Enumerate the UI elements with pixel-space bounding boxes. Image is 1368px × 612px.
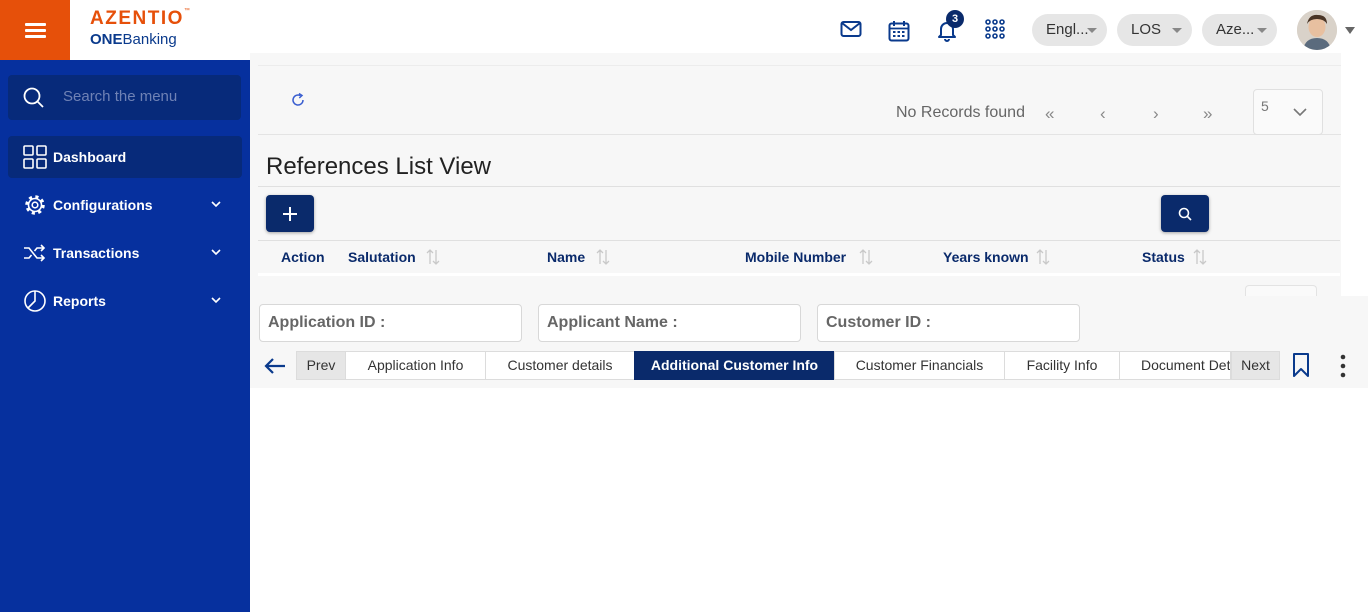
column-header-name[interactable]: Name (547, 249, 585, 265)
title-divider (258, 186, 1340, 187)
more-options-icon[interactable] (1339, 353, 1347, 379)
no-records-text: No Records found (896, 104, 1025, 121)
sidebar-item-configurations[interactable]: Configurations (8, 184, 242, 226)
application-info-bar: Application ID : Applicant Name : Custom… (250, 296, 1368, 388)
gear-icon (25, 195, 45, 215)
mail-icon[interactable] (840, 19, 862, 44)
language-value: Engl... (1046, 21, 1089, 38)
first-page-icon[interactable]: « (1045, 104, 1054, 124)
sort-icon[interactable] (1192, 248, 1208, 266)
chevron-down-icon (1257, 28, 1267, 33)
customer-id-label: Customer ID : (826, 314, 931, 331)
previous-table-pager: No Records found « ‹ › » 5 (258, 65, 1341, 135)
menu-search-placeholder: Search the menu (63, 88, 178, 105)
sidebar: Search the menu Dashboard Configurations… (0, 60, 250, 612)
chevron-down-icon (211, 201, 221, 208)
customer-id-field: Customer ID : (817, 304, 1080, 342)
tab-application-info[interactable]: Application Info (345, 351, 486, 380)
search-icon (1178, 207, 1192, 221)
sort-icon[interactable] (858, 248, 874, 266)
sidebar-item-dashboard[interactable]: Dashboard (8, 136, 242, 178)
shuffle-icon (24, 244, 46, 262)
top-header: AZENTIO™ ONEBanking 3 Engl... LOS Aze... (0, 0, 1368, 60)
plus-icon (283, 207, 297, 221)
application-id-field: Application ID : (259, 304, 522, 342)
pie-chart-icon (24, 290, 46, 312)
page-size-select[interactable]: 5 (1253, 89, 1323, 135)
chevron-down-icon (1293, 108, 1307, 117)
tab-customer-financials[interactable]: Customer Financials (834, 351, 1005, 380)
menu-search-input[interactable]: Search the menu (8, 75, 241, 120)
page-size-value: 5 (1261, 98, 1269, 114)
tab-facility-info[interactable]: Facility Info (1004, 351, 1120, 380)
page-size-select-partial (1245, 285, 1317, 296)
calendar-icon[interactable] (888, 20, 910, 47)
last-page-icon[interactable]: » (1203, 104, 1212, 124)
refresh-icon[interactable] (290, 92, 306, 108)
column-header-salutation[interactable]: Salutation (348, 249, 416, 265)
search-icon (23, 87, 44, 108)
column-header-years-known[interactable]: Years known (943, 249, 1029, 265)
chevron-down-icon (211, 297, 221, 304)
tab-next-button[interactable]: Next (1231, 351, 1280, 380)
sidebar-item-label: Configurations (53, 197, 153, 213)
azentio-logo: AZENTIO™ ONEBanking (90, 8, 190, 48)
entity-select[interactable]: Aze... (1202, 14, 1277, 46)
user-menu-caret-icon[interactable] (1345, 27, 1355, 34)
main-content: No Records found « ‹ › » 5 References Li… (250, 53, 1368, 612)
module-select[interactable]: LOS (1117, 14, 1192, 46)
dashboard-grid-icon (23, 145, 47, 169)
tab-document-details[interactable]: Document Details (1119, 351, 1231, 380)
add-reference-button[interactable] (266, 195, 314, 232)
application-id-label: Application ID : (268, 314, 386, 331)
chevron-down-icon (1087, 28, 1097, 33)
next-page-icon[interactable]: › (1153, 104, 1159, 124)
sidebar-item-label: Dashboard (53, 149, 127, 165)
tab-additional-customer-info[interactable]: Additional Customer Info (634, 351, 835, 380)
tab-prev-button[interactable]: Prev (296, 351, 346, 380)
sort-icon[interactable] (425, 248, 441, 266)
apps-grid-icon[interactable] (985, 19, 1005, 44)
chevron-down-icon (211, 249, 221, 256)
bookmark-icon[interactable] (1291, 352, 1311, 378)
page-title: References List View (266, 153, 491, 180)
search-references-button[interactable] (1161, 195, 1209, 232)
language-select[interactable]: Engl... (1032, 14, 1107, 46)
module-value: LOS (1131, 21, 1162, 38)
sort-icon[interactable] (1035, 248, 1051, 266)
prev-page-icon[interactable]: ‹ (1100, 104, 1106, 124)
column-header-status[interactable]: Status (1142, 249, 1185, 265)
sidebar-item-label: Reports (53, 293, 106, 309)
hamburger-menu-button[interactable] (0, 0, 70, 60)
back-arrow-icon[interactable] (263, 356, 287, 376)
sidebar-item-label: Transactions (53, 245, 140, 261)
tab-customer-details[interactable]: Customer details (485, 351, 635, 380)
applicant-name-field: Applicant Name : (538, 304, 801, 342)
entity-value: Aze... (1216, 21, 1255, 38)
sort-icon[interactable] (595, 248, 611, 266)
sidebar-item-reports[interactable]: Reports (8, 280, 242, 322)
applicant-name-label: Applicant Name : (547, 314, 678, 331)
column-header-action: Action (281, 249, 325, 265)
column-header-mobile-number[interactable]: Mobile Number (745, 249, 846, 265)
user-avatar[interactable] (1297, 10, 1337, 50)
notification-count-badge: 3 (946, 10, 964, 28)
chevron-down-icon (1172, 28, 1182, 33)
sidebar-item-transactions[interactable]: Transactions (8, 232, 242, 274)
references-table-header: Action Salutation Name Mobile Number Yea… (258, 240, 1340, 276)
